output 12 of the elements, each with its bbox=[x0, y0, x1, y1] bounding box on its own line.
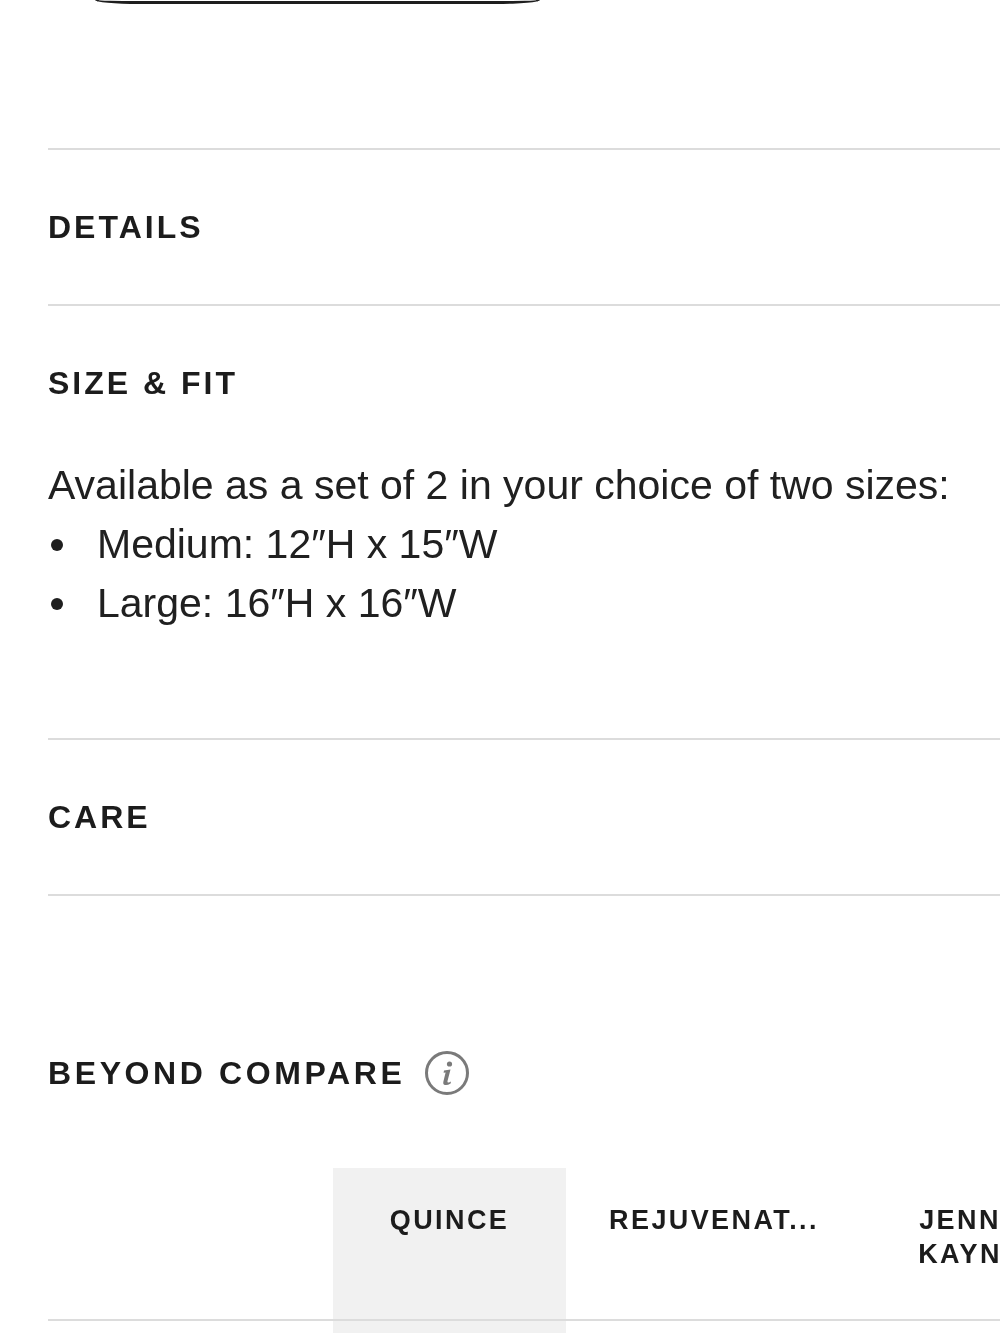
section-heading[interactable]: SIZE & FIT bbox=[48, 364, 238, 402]
section-heading: BEYOND COMPARE bbox=[48, 1054, 406, 1092]
section-heading[interactable]: DETAILS bbox=[48, 208, 204, 246]
list-item: Medium: 12″H x 15″W bbox=[97, 520, 498, 569]
body-text: Available as a set of 2 in your choice of two sizes: bbox=[48, 461, 950, 510]
column-header: QUINCE bbox=[333, 1168, 566, 1320]
bullet-icon bbox=[51, 538, 63, 551]
list-item: Large: 16″H x 16″W bbox=[97, 579, 457, 628]
bullet-icon bbox=[51, 597, 63, 610]
section-heading[interactable]: CARE bbox=[48, 798, 151, 836]
info-icon[interactable] bbox=[425, 1051, 470, 1095]
button-outline[interactable] bbox=[95, 0, 540, 4]
